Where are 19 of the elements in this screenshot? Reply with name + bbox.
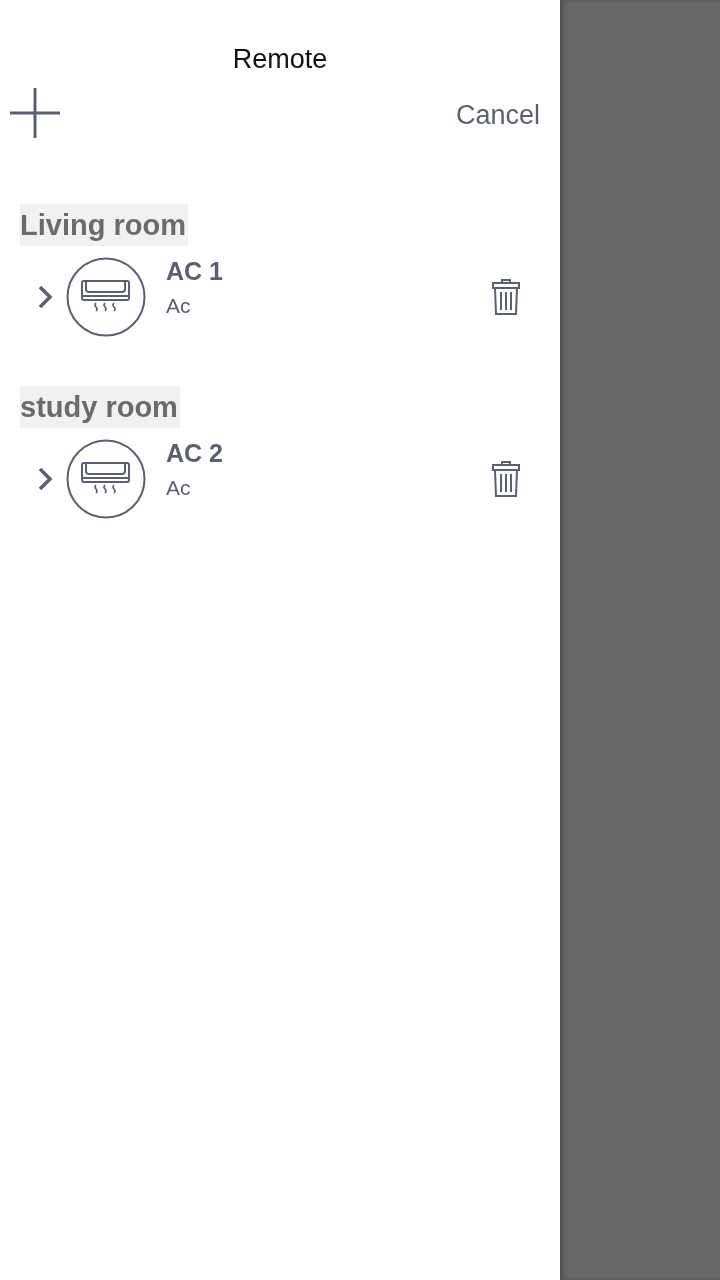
air-conditioner-icon <box>66 439 146 519</box>
trash-icon <box>492 461 520 497</box>
device-type: Ac <box>166 475 192 500</box>
room-heading: Living room <box>20 204 188 246</box>
expand-button[interactable] <box>38 467 52 491</box>
screen-title: Remote <box>232 44 328 74</box>
plus-icon <box>10 88 60 138</box>
device-name: AC 2 <box>166 438 224 468</box>
expand-button[interactable] <box>38 285 52 309</box>
trash-icon <box>492 279 520 315</box>
device-type: Ac <box>166 293 192 318</box>
air-conditioner-icon <box>66 257 146 337</box>
chevron-right-icon <box>38 467 52 491</box>
room-heading: study room <box>20 386 180 428</box>
delete-button[interactable] <box>492 279 520 315</box>
chevron-right-icon <box>38 285 52 309</box>
delete-button[interactable] <box>492 461 520 497</box>
device-name: AC 1 <box>166 256 224 286</box>
cancel-button[interactable]: Cancel <box>455 99 540 131</box>
